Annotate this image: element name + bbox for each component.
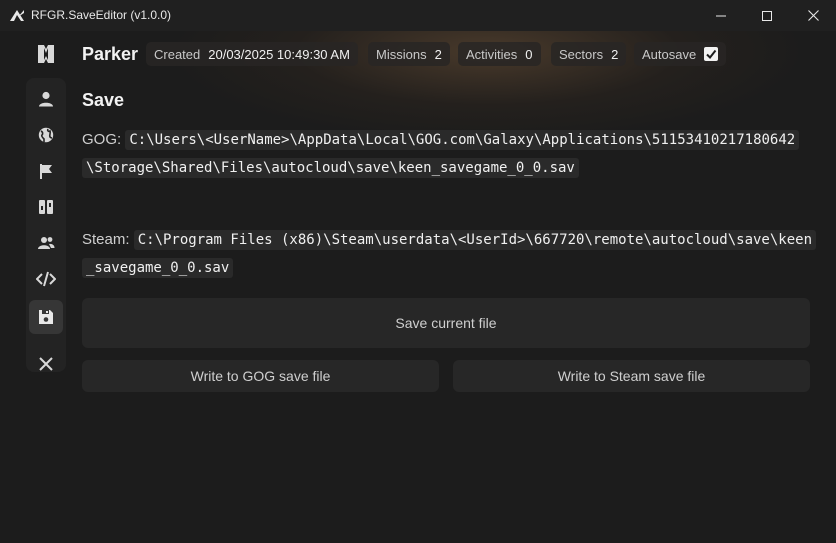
code-icon <box>36 271 56 287</box>
steam-path: C:\Program Files (x86)\Steam\userdata\<U… <box>82 230 816 278</box>
sidebar-item-logo[interactable] <box>34 42 58 66</box>
maximize-button[interactable] <box>744 0 790 31</box>
close-x-icon <box>39 357 53 371</box>
sidebar-item-player[interactable] <box>34 87 58 111</box>
autosave-checkbox[interactable] <box>704 47 719 61</box>
sidebar-item-missions[interactable] <box>34 159 58 183</box>
section-title: Save <box>82 90 125 110</box>
write-steam-save-button[interactable]: Write to Steam save file <box>453 360 810 392</box>
floppy-disk-icon <box>39 310 53 324</box>
window-title: RFGR.SaveEditor (v1.0.0) <box>31 8 172 22</box>
maximize-icon <box>762 10 772 21</box>
minimize-button[interactable] <box>698 0 744 31</box>
book-icon <box>38 45 54 63</box>
created-label: Created <box>154 46 201 62</box>
people-icon <box>38 237 55 249</box>
sectors-chip: Sectors 2 <box>551 42 627 66</box>
gog-path-block: GOG: C:\Users\<UserName>\AppData\Local\G… <box>82 126 812 182</box>
missions-label: Missions <box>376 46 427 62</box>
title-bar: RFGR.SaveEditor (v1.0.0) <box>0 0 836 31</box>
created-chip: Created 20/03/2025 10:49:30 AM <box>146 42 358 66</box>
sidebar-item-code[interactable] <box>34 267 58 291</box>
person-icon <box>39 91 53 107</box>
sidebar-item-save[interactable] <box>29 300 63 334</box>
steam-label: Steam: <box>82 231 130 248</box>
columns-icon <box>39 200 53 214</box>
close-window-button[interactable] <box>790 0 836 31</box>
autosave-chip[interactable]: Autosave <box>634 42 727 66</box>
close-icon <box>807 10 819 21</box>
gog-path: C:\Users\<UserName>\AppData\Local\GOG.co… <box>82 130 800 178</box>
activities-chip: Activities 0 <box>458 42 541 66</box>
gog-label: GOG: <box>82 131 122 148</box>
checkmark-icon <box>706 49 717 60</box>
activities-value: 0 <box>525 46 533 62</box>
missions-value: 2 <box>434 46 442 62</box>
rfgr-app-icon <box>9 8 25 22</box>
created-value: 20/03/2025 10:49:30 AM <box>208 46 350 62</box>
sidebar-item-close[interactable] <box>34 352 58 376</box>
missions-chip: Missions 2 <box>368 42 450 66</box>
sidebar-item-activities[interactable] <box>34 195 58 219</box>
sidebar-nav-group <box>26 78 66 372</box>
activities-label: Activities <box>466 46 518 62</box>
autosave-label: Autosave <box>642 46 697 62</box>
sidebar <box>24 31 68 543</box>
player-name: Parker <box>82 44 139 64</box>
write-gog-save-button[interactable]: Write to GOG save file <box>82 360 439 392</box>
sidebar-item-world[interactable] <box>34 123 58 147</box>
steam-path-block: Steam: C:\Program Files (x86)\Steam\user… <box>82 226 816 282</box>
save-current-file-button[interactable]: Save current file <box>82 298 810 348</box>
minimize-icon <box>716 15 726 16</box>
sidebar-item-people[interactable] <box>34 231 58 255</box>
sectors-value: 2 <box>611 46 619 62</box>
flag-icon <box>40 164 52 179</box>
globe-icon <box>38 127 54 143</box>
sectors-label: Sectors <box>559 46 604 62</box>
